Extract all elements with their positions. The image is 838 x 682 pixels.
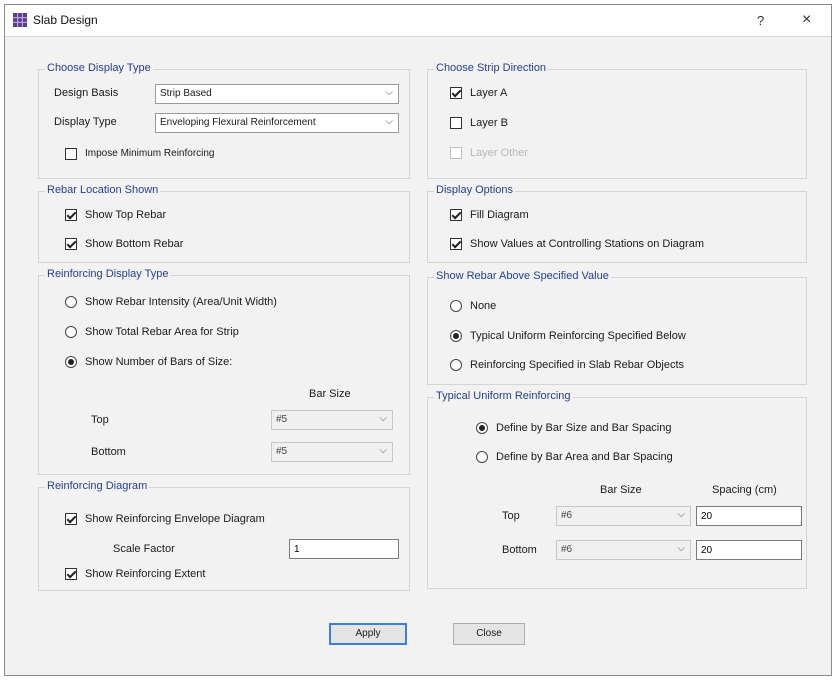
define-bar-size-radio[interactable] [476,422,488,434]
slab-rebar-objects-label: Reinforcing Specified in Slab Rebar Obje… [470,359,685,371]
show-values-label: Show Values at Controlling Stations on D… [470,238,704,250]
reinforcing-diagram-group: Reinforcing Diagram Show Reinforcing Env… [38,480,410,591]
fill-diagram-checkbox[interactable] [450,209,462,221]
top-bar-size-select[interactable]: #5 ⌵ [271,410,393,430]
layer-a-label: Layer A [470,87,508,99]
slab-design-grid-icon [13,13,27,27]
show-extent-label: Show Reinforcing Extent [85,568,206,580]
spacing-header: Spacing (cm) [712,484,777,496]
show-values-checkbox[interactable] [450,238,462,250]
reinforcing-display-group-title: Reinforcing Display Type [45,268,171,280]
show-envelope-checkbox[interactable] [65,513,77,525]
close-icon[interactable]: × [802,11,811,29]
window-title: Slab Design [33,13,98,27]
show-top-rebar-checkbox[interactable] [65,209,77,221]
none-label: None [470,300,497,312]
define-bar-area-radio[interactable] [476,451,488,463]
display-type-select[interactable]: Enveloping Flexural Reinforcement ⌵ [155,113,399,133]
scale-factor-input[interactable] [289,539,399,559]
rebar-intensity-label: Show Rebar Intensity (Area/Unit Width) [85,296,277,308]
strip-direction-group: Choose Strip Direction Layer A Layer B L… [427,62,807,179]
typical-uniform-label: Typical Uniform Reinforcing Specified Be… [470,330,686,342]
impose-min-checkbox[interactable] [65,148,77,160]
impose-min-label: Impose Minimum Reinforcing [85,148,215,159]
total-rebar-area-label: Show Total Rebar Area for Strip [85,326,239,338]
typical-uniform-group: Typical Uniform Reinforcing Define by Ba… [427,390,807,589]
show-extent-checkbox[interactable] [65,568,77,580]
bar-size-header: Bar Size [600,484,642,496]
total-rebar-area-radio[interactable] [65,326,77,338]
number-of-bars-radio[interactable] [65,356,77,368]
close-button[interactable]: Close [453,623,525,645]
scale-factor-label: Scale Factor [113,543,175,555]
typical-uniform-radio[interactable] [450,330,462,342]
top-bar-size-value: #5 [276,414,288,425]
display-type-label: Display Type [54,116,117,128]
bottom-bar-size-select[interactable]: #5 ⌵ [271,442,393,462]
design-basis-label: Design Basis [54,87,119,99]
rebar-location-group: Rebar Location Shown Show Top Rebar Show… [38,184,410,263]
slab-design-dialog: Slab Design ? × Choose Display Type Desi… [4,4,832,676]
chevron-down-icon: ⌵ [677,509,685,520]
display-options-group: Display Options Fill Diagram Show Values… [427,184,807,263]
top-bar-size-value: #6 [561,510,573,521]
define-bar-size-label: Define by Bar Size and Bar Spacing [496,422,672,434]
display-type-group-title: Choose Display Type [45,62,153,74]
show-envelope-label: Show Reinforcing Envelope Diagram [85,513,265,525]
reinforcing-diagram-group-title: Reinforcing Diagram [45,480,150,492]
top-label: Top [502,510,520,522]
design-basis-value: Strip Based [160,88,212,99]
typical-uniform-group-title: Typical Uniform Reinforcing [434,390,573,402]
help-icon[interactable]: ? [757,13,764,28]
show-rebar-above-group-title: Show Rebar Above Specified Value [434,270,611,282]
strip-direction-group-title: Choose Strip Direction [434,62,549,74]
none-radio[interactable] [450,300,462,312]
bottom-spacing-input[interactable] [696,540,802,560]
design-basis-select[interactable]: Strip Based ⌵ [155,84,399,104]
show-top-rebar-label: Show Top Rebar [85,209,167,221]
display-options-group-title: Display Options [434,184,516,196]
slab-rebar-objects-radio[interactable] [450,359,462,371]
show-rebar-above-group: Show Rebar Above Specified Value None Ty… [427,270,807,385]
rebar-intensity-radio[interactable] [65,296,77,308]
top-spacing-input[interactable] [696,506,802,526]
bottom-label: Bottom [91,446,126,458]
define-bar-area-label: Define by Bar Area and Bar Spacing [496,451,673,463]
show-bottom-rebar-checkbox[interactable] [65,238,77,250]
chevron-down-icon: ⌵ [385,116,393,127]
display-type-group: Choose Display Type Design Basis Strip B… [38,62,410,179]
title-bar: Slab Design ? × [5,5,831,37]
bar-size-header: Bar Size [309,388,351,400]
chevron-down-icon: ⌵ [379,445,387,456]
reinforcing-display-group: Reinforcing Display Type Show Rebar Inte… [38,268,410,475]
layer-other-label: Layer Other [470,147,529,159]
rebar-location-group-title: Rebar Location Shown [45,184,161,196]
top-bar-size-select[interactable]: #6 ⌵ [556,506,691,526]
fill-diagram-label: Fill Diagram [470,209,529,221]
layer-a-checkbox[interactable] [450,87,462,99]
layer-b-checkbox[interactable] [450,117,462,129]
top-label: Top [91,414,109,426]
show-bottom-rebar-label: Show Bottom Rebar [85,238,184,250]
bottom-bar-size-value: #5 [276,446,288,457]
chevron-down-icon: ⌵ [677,543,685,554]
display-type-value: Enveloping Flexural Reinforcement [160,117,316,128]
apply-button[interactable]: Apply [329,623,407,645]
bottom-bar-size-value: #6 [561,544,573,555]
layer-other-checkbox[interactable] [450,147,462,159]
bottom-label: Bottom [502,544,537,556]
chevron-down-icon: ⌵ [379,413,387,424]
number-of-bars-label: Show Number of Bars of Size: [85,356,233,368]
chevron-down-icon: ⌵ [385,87,393,98]
bottom-bar-size-select[interactable]: #6 ⌵ [556,540,691,560]
layer-b-label: Layer B [470,117,508,129]
